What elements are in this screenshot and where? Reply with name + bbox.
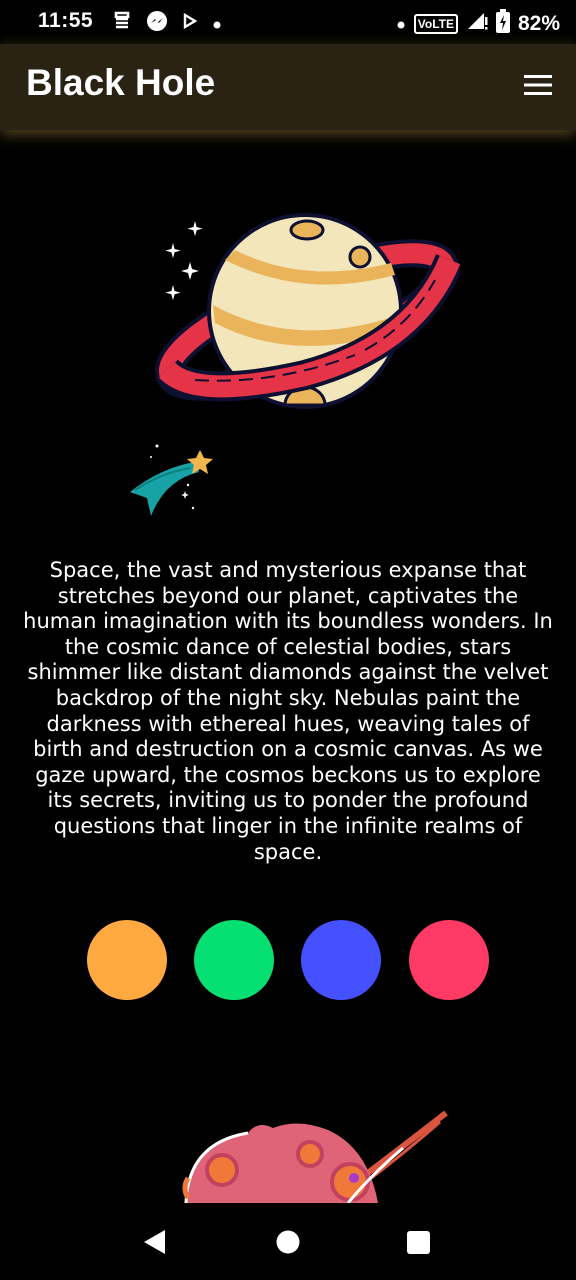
pink-planet-illustration — [178, 1108, 450, 1203]
green-swatch[interactable] — [194, 920, 274, 1000]
system-icons: VoLTE 82% — [396, 9, 560, 39]
app-icon — [112, 10, 132, 38]
status-bar: 11:55 VoLTE 82% — [0, 0, 576, 44]
home-icon[interactable] — [271, 1225, 305, 1259]
hamburger-menu-icon[interactable] — [522, 72, 554, 98]
orange-swatch[interactable] — [87, 920, 167, 1000]
blue-swatch[interactable] — [301, 920, 381, 1000]
recents-icon[interactable] — [401, 1225, 435, 1259]
battery-percentage: 82% — [517, 12, 560, 35]
page-title: Black Hole — [26, 62, 216, 103]
app-bar: Black Hole — [0, 44, 576, 130]
status-time: 11:55 — [38, 9, 94, 32]
play-icon — [182, 12, 198, 36]
battery-icon — [495, 9, 510, 39]
dot-icon — [212, 12, 222, 36]
signal-icon — [466, 11, 488, 37]
shooting-star-illustration — [125, 440, 220, 520]
space-description: Space, the vast and mysterious expanse t… — [23, 558, 553, 864]
saturn-planet-illustration — [154, 205, 464, 415]
dot-icon — [396, 12, 406, 36]
red-swatch[interactable] — [409, 920, 489, 1000]
navigation-bar — [0, 1203, 576, 1280]
messenger-icon — [146, 10, 168, 38]
notification-icons — [112, 10, 222, 38]
volte-icon: VoLTE — [413, 14, 458, 34]
back-icon[interactable] — [138, 1225, 172, 1259]
sparkle-icon — [165, 221, 203, 301]
